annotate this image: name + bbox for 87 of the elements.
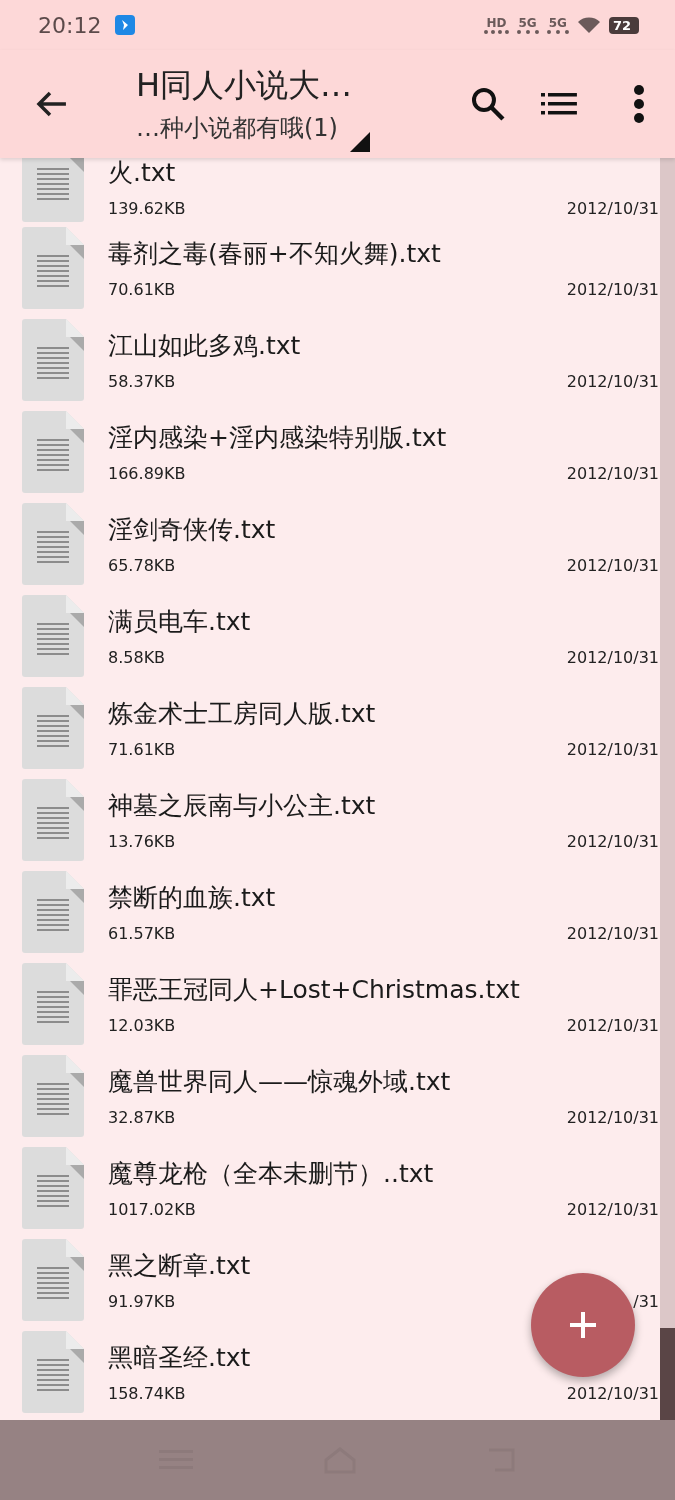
file-date: /31	[633, 1292, 659, 1311]
wifi-icon	[576, 16, 601, 34]
file-date: 2012/10/31	[566, 832, 659, 851]
file-size: 158.74KB	[108, 1384, 186, 1403]
text-file-icon	[22, 779, 84, 861]
file-date: 2012/10/31	[566, 924, 659, 943]
file-size: 139.62KB	[108, 199, 186, 218]
file-row[interactable]: 火.txt 139.62KB 2012/10/31	[0, 158, 659, 222]
text-file-icon	[22, 503, 84, 585]
file-row[interactable]: 魔兽世界同人——惊魂外域.txt 32.87KB 2012/10/31	[0, 1050, 659, 1142]
status-time: 20:12	[38, 12, 102, 38]
network-label: HD	[484, 16, 509, 34]
file-date: 2012/10/31	[566, 199, 659, 218]
file-date: 2012/10/31	[566, 1384, 659, 1403]
text-file-icon	[22, 1147, 84, 1229]
file-date: 2012/10/31	[566, 280, 659, 299]
text-file-icon	[22, 227, 84, 309]
search-icon[interactable]	[471, 87, 506, 121]
file-date: 2012/10/31	[566, 648, 659, 667]
file-size: 58.37KB	[108, 372, 176, 391]
file-size: 166.89KB	[108, 464, 186, 483]
file-date: 2012/10/31	[566, 1108, 659, 1127]
file-size: 13.76KB	[108, 832, 176, 851]
file-date: 2012/10/31	[566, 372, 659, 391]
file-size: 65.78KB	[108, 556, 176, 575]
file-name: 魔兽世界同人——惊魂外域.txt	[108, 1066, 452, 1098]
file-size: 71.61KB	[108, 740, 176, 759]
text-file-icon	[22, 1055, 84, 1137]
file-name: 罪恶王冠同人+Lost+Christmas.txt	[108, 974, 521, 1006]
file-date: 2012/10/31	[566, 1016, 659, 1035]
file-row[interactable]: 江山如此多鸡.txt 58.37KB 2012/10/31	[0, 314, 659, 406]
text-file-icon	[22, 158, 84, 222]
file-name: 满员电车.txt	[108, 606, 252, 638]
file-name: 黑之断章.txt	[108, 1250, 252, 1282]
battery-level: 72	[608, 16, 639, 34]
scrollbar-thumb[interactable]	[660, 1328, 675, 1420]
text-file-icon	[22, 595, 84, 677]
text-file-icon	[22, 1239, 84, 1321]
file-size: 8.58KB	[108, 648, 166, 667]
file-date: 2012/10/31	[566, 464, 659, 483]
file-row[interactable]: 淫内感染+淫内感染特别版.txt 166.89KB 2012/10/31	[0, 406, 659, 498]
text-file-icon	[22, 687, 84, 769]
text-file-icon	[22, 411, 84, 493]
file-row[interactable]: 罪恶王冠同人+Lost+Christmas.txt 12.03KB 2012/10/31	[0, 958, 659, 1050]
file-name: 淫剑奇侠传.txt	[108, 514, 277, 546]
back-arrow-icon[interactable]	[36, 90, 68, 118]
file-date: 2012/10/31	[566, 556, 659, 575]
list-view-icon[interactable]	[541, 93, 578, 115]
file-row[interactable]: 黑暗圣经.txt 158.74KB 2012/10/31	[0, 1326, 659, 1418]
file-row[interactable]: 炼金术士工房同人版.txt 71.61KB 2012/10/31	[0, 682, 659, 774]
file-size: 1017.02KB	[108, 1200, 196, 1219]
file-date: 2012/10/31	[566, 1200, 659, 1219]
more-options-icon[interactable]	[633, 84, 645, 124]
file-name: 淫内感染+淫内感染特别版.txt	[108, 422, 448, 454]
text-file-icon	[22, 1331, 84, 1413]
file-name: 毒剂之毒(春丽+不知火舞).txt	[108, 238, 442, 270]
plus-icon	[569, 1311, 597, 1339]
file-name: 江山如此多鸡.txt	[108, 330, 302, 362]
file-name: 炼金术士工房同人版.txt	[108, 698, 377, 730]
folder-title: H同人小说大…	[135, 65, 353, 106]
file-row[interactable]: 魔尊龙枪（全本未删节）..txt 1017.02KB 2012/10/31	[0, 1142, 659, 1234]
add-button[interactable]	[531, 1273, 635, 1377]
file-row[interactable]: 淫剑奇侠传.txt 65.78KB 2012/10/31	[0, 498, 659, 590]
file-row[interactable]: 神墓之辰南与小公主.txt 13.76KB 2012/10/31	[0, 774, 659, 866]
file-name: 黑暗圣经.txt	[108, 1342, 252, 1374]
file-name: 魔尊龙枪（全本未删节）..txt	[108, 1158, 435, 1190]
file-size: 32.87KB	[108, 1108, 176, 1127]
file-row[interactable]: 满员电车.txt 8.58KB 2012/10/31	[0, 590, 659, 682]
file-size: 61.57KB	[108, 924, 176, 943]
network-label: 5G	[546, 16, 569, 34]
file-size: 70.61KB	[108, 280, 176, 299]
text-file-icon	[22, 319, 84, 401]
file-name: 火.txt	[108, 158, 177, 189]
file-row[interactable]: 黑之断章.txt 91.97KB /31	[0, 1234, 659, 1326]
file-size: 91.97KB	[108, 1292, 176, 1311]
network-label: 5G	[516, 16, 539, 34]
file-row[interactable]: 禁断的血族.txt 61.57KB 2012/10/31	[0, 866, 659, 958]
text-file-icon	[22, 963, 84, 1045]
file-date: 2012/10/31	[566, 740, 659, 759]
file-size: 12.03KB	[108, 1016, 176, 1035]
folder-path[interactable]: …种小说都有哦(1)	[135, 112, 338, 144]
dropdown-triangle-icon[interactable]	[349, 132, 370, 152]
file-name: 神墓之辰南与小公主.txt	[108, 790, 377, 822]
notification-icon	[115, 15, 136, 35]
text-file-icon	[22, 871, 84, 953]
file-row[interactable]: 毒剂之毒(春丽+不知火舞).txt 70.61KB 2012/10/31	[0, 222, 659, 314]
file-name: 禁断的血族.txt	[108, 882, 277, 914]
